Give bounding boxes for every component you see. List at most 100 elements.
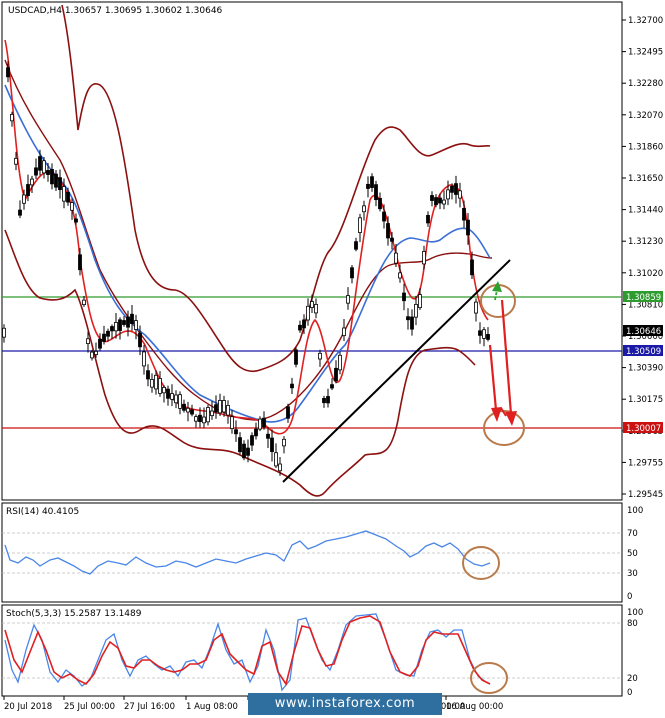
bearish-candle (286, 406, 290, 419)
bearish-candle (246, 447, 250, 456)
stoch-tick-label: 0 (627, 688, 632, 698)
bearish-candle (454, 183, 458, 195)
price-tag-label: 1.30646 (626, 327, 661, 337)
bearish-candle (330, 384, 334, 389)
bearish-candle (374, 184, 378, 201)
bearish-candle (386, 223, 390, 239)
chart-header: USDCAD,H4 1.30657 1.30695 1.30602 1.3064… (8, 6, 223, 16)
bullish-candle (442, 199, 446, 205)
bullish-candle (30, 178, 34, 186)
price-tick-label: 1.31440 (628, 206, 663, 216)
bearish-candle (378, 197, 382, 210)
bearish-candle (102, 333, 106, 342)
bearish-candle (370, 176, 374, 188)
bullish-candle (226, 405, 230, 416)
stoch-tick-label: 20 (627, 674, 638, 684)
price-tick-label: 1.29545 (628, 490, 663, 500)
price-tick-label: 1.31230 (628, 237, 663, 247)
bullish-candle (358, 217, 362, 233)
bearish-candle (214, 404, 218, 413)
bullish-candle (306, 305, 310, 321)
price-tags: 1.30859 1.30646 1.30509 1.30007 (623, 291, 663, 434)
bullish-candle (178, 394, 182, 409)
rsi-tick-label: 50 (627, 549, 638, 559)
bullish-candle (342, 327, 346, 337)
bullish-candle (10, 114, 14, 122)
bearish-candle (98, 338, 102, 349)
bullish-candle (142, 351, 146, 367)
bullish-candle (210, 410, 214, 417)
bullish-candle (482, 329, 486, 339)
bearish-candle (238, 437, 242, 453)
chart-canvas[interactable]: 1.32700 1.32495 1.32280 1.32070 1.31860 1.316… (0, 0, 665, 718)
bullish-candle (414, 303, 418, 318)
time-tick-label: 27 Jul 16:00 (124, 702, 175, 712)
bearish-candle (298, 324, 302, 331)
price-tag-label: 1.30859 (626, 293, 661, 303)
bullish-candle (170, 393, 174, 400)
rsi-panel[interactable] (1, 502, 623, 603)
stoch-tick-label: 100 (627, 608, 643, 618)
bearish-candle (38, 156, 42, 171)
bullish-candle (62, 186, 66, 202)
bearish-candle (50, 168, 54, 185)
price-tick-label: 1.31650 (628, 174, 663, 184)
bullish-candle (318, 352, 322, 360)
bearish-candle (270, 437, 274, 452)
bearish-candle (486, 334, 490, 340)
bearish-candle (138, 332, 142, 348)
bearish-candle (146, 370, 150, 380)
bullish-candle (162, 386, 166, 394)
bearish-candle (122, 320, 126, 325)
bullish-candle (394, 252, 398, 264)
bearish-candle (262, 417, 266, 428)
bullish-candle (278, 463, 282, 472)
bearish-candle (34, 167, 38, 176)
bullish-candle (194, 416, 198, 422)
bullish-candle (310, 301, 314, 308)
price-tick-label: 1.31860 (628, 142, 663, 152)
price-tick-label: 1.31020 (628, 269, 663, 279)
bearish-candle (462, 208, 466, 221)
bearish-candle (6, 67, 10, 78)
bullish-candle (398, 272, 402, 279)
bearish-candle (410, 316, 414, 330)
bullish-candle (202, 416, 206, 424)
bearish-candle (198, 414, 202, 422)
bearish-candle (166, 388, 170, 399)
bearish-candle (46, 170, 50, 175)
bullish-candle (2, 327, 6, 338)
bearish-candle (466, 219, 470, 236)
price-tick-label: 1.32070 (628, 111, 663, 121)
bearish-candle (326, 396, 330, 404)
rsi-tick-label: 100 (627, 506, 643, 516)
time-tick-label: 1 Aug 08:00 (186, 702, 238, 712)
bullish-candle (70, 202, 74, 211)
time-tick-label: 25 Jul 00:00 (64, 702, 115, 712)
time-tick-label: 16 Aug 00:00 (446, 702, 503, 712)
watermark: www.instaforex.com (248, 693, 442, 715)
bullish-candle (14, 157, 18, 165)
price-panel[interactable] (1, 1, 623, 501)
bullish-candle (90, 351, 94, 359)
bearish-candle (450, 185, 454, 193)
bearish-candle (78, 254, 82, 271)
bullish-candle (274, 452, 278, 467)
bullish-candle (174, 394, 178, 404)
bullish-candle (154, 374, 158, 390)
bearish-candle (382, 211, 386, 222)
trading-chart[interactable]: 1.32700 1.32495 1.32280 1.32070 1.31860 1.316… (0, 0, 665, 718)
bullish-candle (206, 407, 210, 423)
bullish-candle (362, 205, 366, 213)
bearish-candle (182, 403, 186, 411)
price-tick-label: 1.32700 (628, 16, 663, 26)
bearish-candle (110, 326, 114, 332)
bearish-candle (350, 267, 354, 279)
price-tick-label: 1.32495 (628, 48, 663, 58)
bearish-candle (266, 433, 270, 439)
bearish-candle (438, 197, 442, 204)
bullish-candle (134, 320, 138, 330)
bearish-candle (190, 409, 194, 415)
bearish-candle (234, 429, 238, 435)
bullish-candle (186, 407, 190, 413)
